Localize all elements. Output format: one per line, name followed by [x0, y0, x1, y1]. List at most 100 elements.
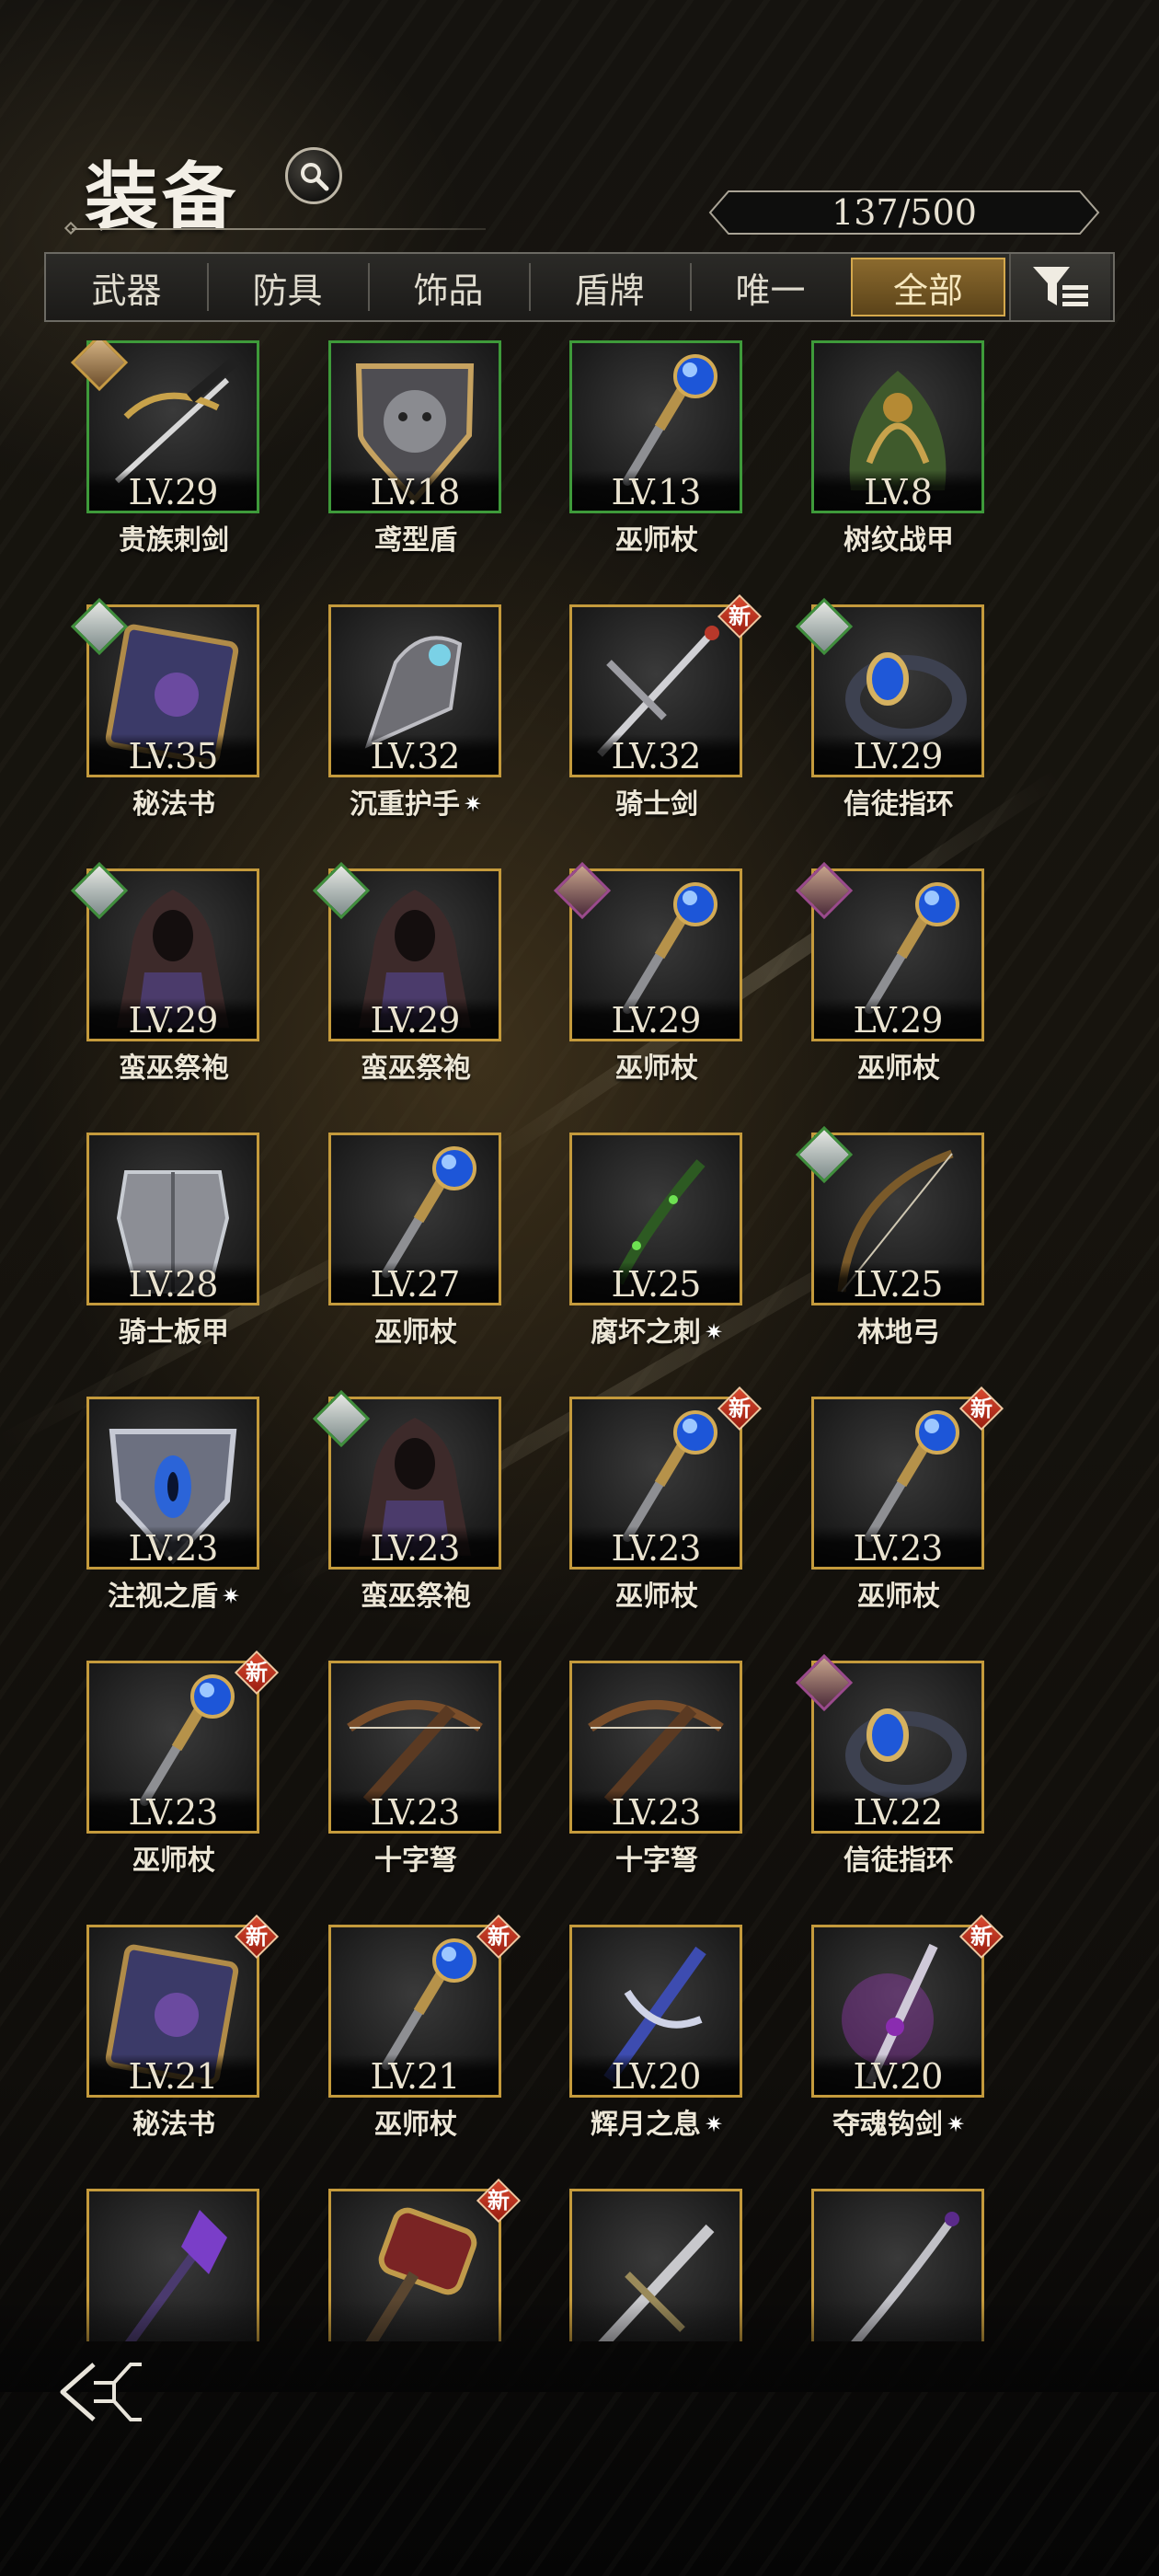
back-button[interactable]: [57, 2355, 149, 2429]
item-card[interactable]: LV.23: [569, 1661, 742, 1834]
enhanced-star-icon: ✷: [704, 2111, 724, 2137]
item-level: LV.27: [331, 1262, 499, 1303]
new-badge-label: 新: [970, 1924, 993, 1949]
inventory-screen: 装备 137/500 武器 防具 饰品 盾牌 唯一 全部 LV.29 贵族刺剑 …: [0, 0, 1159, 2576]
equipment-item[interactable]: LV.8 树纹战甲: [765, 340, 1006, 605]
item-name: 秘法书: [40, 781, 307, 822]
search-button[interactable]: [285, 147, 342, 204]
equipment-item[interactable]: LV.18 鸢型盾: [282, 340, 523, 605]
tab-weapons[interactable]: 武器: [46, 254, 207, 320]
tab-unique[interactable]: 唯一: [690, 254, 851, 320]
item-name-text: 巫师杖: [132, 1845, 215, 1877]
equipment-item[interactable]: LV.29 蛮巫祭袍: [282, 861, 523, 1133]
item-card[interactable]: LV.8: [811, 340, 984, 513]
item-name-text: 骑士板甲: [119, 1317, 229, 1349]
item-level: LV.23: [89, 1526, 257, 1567]
item-level: LV.23: [331, 1526, 499, 1567]
item-name-text: 巫师杖: [857, 1052, 940, 1085]
new-badge: 新: [717, 593, 763, 639]
item-card[interactable]: LV.25: [569, 1133, 742, 1305]
equipment-item[interactable]: LV.21 新秘法书: [40, 1914, 281, 2190]
item-level: LV.23: [814, 1526, 981, 1567]
equipment-item[interactable]: LV.29 巫师杖: [523, 861, 764, 1133]
tab-all[interactable]: 全部: [851, 258, 1005, 316]
equipment-item[interactable]: LV.21 新巫师杖: [282, 1914, 523, 2190]
equipment-item[interactable]: LV.32 沉重护手 ✷: [282, 604, 523, 869]
equipped-hero-portrait: [795, 1653, 854, 1712]
equipment-item[interactable]: LV.23 新巫师杖: [523, 1386, 764, 1662]
item-name-text: 注视之盾: [107, 1581, 218, 1613]
item-card[interactable]: LV.23: [86, 1397, 259, 1570]
equipment-item[interactable]: LV.23 新巫师杖: [765, 1386, 1006, 1662]
equipped-hero-portrait: [312, 861, 371, 920]
equipment-item[interactable]: LV.29 蛮巫祭袍: [40, 861, 281, 1133]
equipped-hero-portrait: [70, 340, 129, 392]
equipment-item[interactable]: LV.23 十字弩: [282, 1661, 523, 1926]
item-name-text: 巫师杖: [615, 524, 698, 557]
item-name-text: 十字弩: [615, 1845, 698, 1877]
item-name-text: 贵族刺剑: [119, 524, 229, 557]
item-name: 沉重护手 ✷: [282, 781, 549, 822]
enhanced-star-icon: ✷: [704, 1319, 724, 1345]
equipment-item[interactable]: LV.29 信徒指环: [765, 597, 1006, 869]
item-level: LV.25: [814, 1262, 981, 1303]
equipment-item[interactable]: LV.25 林地弓: [765, 1125, 1006, 1397]
item-level: LV.29: [814, 734, 981, 775]
equipment-item[interactable]: LV.20 辉月之息 ✷: [523, 1925, 764, 2190]
item-name: 注视之盾 ✷: [40, 1573, 307, 1614]
equipment-item[interactable]: LV.32 新骑士剑: [523, 593, 764, 869]
equipment-item[interactable]: LV.20 新夺魂钩剑 ✷: [765, 1914, 1006, 2190]
new-badge-label: 新: [729, 604, 751, 629]
equipment-item[interactable]: LV.28 骑士板甲: [40, 1133, 281, 1397]
item-name: 骑士板甲: [40, 1309, 307, 1350]
item-name-text: 巫师杖: [615, 1581, 698, 1613]
item-name: 夺魂钩剑 ✷: [765, 2101, 1032, 2142]
filter-sort-button[interactable]: [1009, 254, 1110, 320]
new-badge-label: 新: [246, 1660, 268, 1685]
item-name: 巫师杖: [282, 1309, 549, 1350]
equipment-item[interactable]: LV.29 巫师杖: [765, 861, 1006, 1133]
new-badge-label: 新: [488, 2188, 510, 2214]
item-level: LV.32: [331, 734, 499, 775]
item-name-text: 腐坏之刺: [590, 1317, 701, 1349]
item-name: 辉月之息 ✷: [523, 2101, 790, 2142]
equipment-item[interactable]: LV.13 巫师杖: [523, 340, 764, 605]
item-name: 信徒指环: [765, 1837, 1032, 1878]
item-name-text: 秘法书: [132, 788, 215, 821]
item-level: LV.23: [331, 1790, 499, 1831]
item-name: 巫师杖: [765, 1573, 1032, 1614]
item-card[interactable]: LV.32: [328, 604, 501, 777]
category-tabs: 武器 防具 饰品 盾牌 唯一 全部: [44, 252, 1115, 322]
tab-armor[interactable]: 防具: [207, 254, 368, 320]
equipment-item[interactable]: LV.23 新巫师杖: [40, 1650, 281, 1926]
item-name-text: 巫师杖: [857, 1581, 940, 1613]
item-card[interactable]: LV.27: [328, 1133, 501, 1305]
tab-accessories[interactable]: 饰品: [368, 254, 529, 320]
equipment-item[interactable]: LV.27 巫师杖: [282, 1133, 523, 1397]
equipped-hero-portrait: [553, 861, 612, 920]
new-badge: 新: [476, 1914, 522, 1960]
equipment-item[interactable]: LV.35 秘法书: [40, 597, 281, 869]
item-level: LV.13: [572, 470, 740, 511]
new-badge: 新: [717, 1386, 763, 1432]
item-name: 林地弓: [765, 1309, 1032, 1350]
equipment-item[interactable]: LV.29 贵族刺剑: [40, 340, 281, 605]
equipment-item[interactable]: LV.23 注视之盾 ✷: [40, 1397, 281, 1662]
item-level: LV.35: [89, 734, 257, 775]
equipment-item[interactable]: LV.25 腐坏之刺 ✷: [523, 1133, 764, 1397]
item-card[interactable]: LV.28: [86, 1133, 259, 1305]
item-name-text: 夺魂钩剑: [832, 2109, 943, 2141]
item-name: 信徒指环: [765, 781, 1032, 822]
item-level: LV.28: [89, 1262, 257, 1303]
item-level: LV.29: [572, 998, 740, 1039]
item-card[interactable]: LV.18: [328, 340, 501, 513]
item-card[interactable]: LV.23: [328, 1661, 501, 1834]
equipped-hero-portrait: [70, 597, 129, 656]
item-card[interactable]: LV.20: [569, 1925, 742, 2098]
item-card[interactable]: LV.13: [569, 340, 742, 513]
equipment-item[interactable]: LV.22 信徒指环: [765, 1653, 1006, 1926]
tab-shields[interactable]: 盾牌: [529, 254, 690, 320]
enhanced-star-icon: ✷: [946, 2111, 966, 2137]
equipment-item[interactable]: LV.23 十字弩: [523, 1661, 764, 1926]
equipment-item[interactable]: LV.23 蛮巫祭袍: [282, 1389, 523, 1662]
